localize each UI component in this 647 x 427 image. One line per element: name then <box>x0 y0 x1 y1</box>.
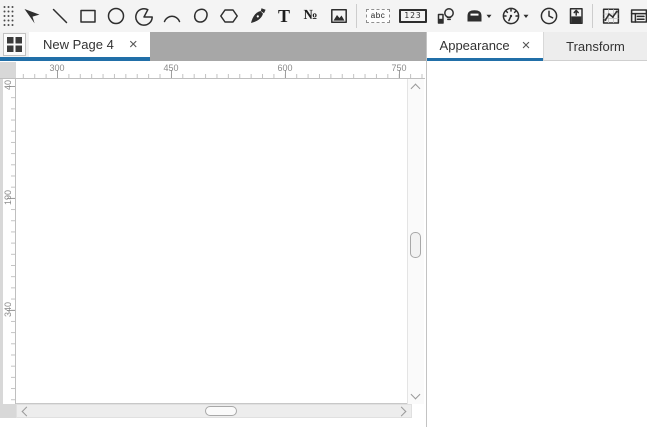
drawer-widget-button[interactable] <box>464 3 494 29</box>
dropdown-caret-icon <box>524 15 529 18</box>
gauge-widget-button[interactable] <box>501 3 531 29</box>
ellipse-icon <box>106 6 126 26</box>
pie-tool-button[interactable] <box>133 3 154 29</box>
ruler-label: 340 <box>3 302 13 317</box>
pages-grid-icon <box>3 33 26 56</box>
toolbar-divider <box>356 4 357 28</box>
vertical-ruler: 40 190 340 <box>3 79 16 404</box>
blob-tool-button[interactable] <box>190 3 211 29</box>
blob-icon <box>191 6 211 26</box>
level-slider-icon <box>567 6 585 26</box>
image-icon <box>329 6 349 26</box>
form-widget-button[interactable] <box>629 3 647 29</box>
ruler-label: 190 <box>3 190 13 205</box>
clock-widget-button[interactable] <box>538 3 560 29</box>
indicator-light-icon <box>435 6 457 26</box>
level-slider-widget-button[interactable] <box>567 3 585 29</box>
tab-transform-label: Transform <box>566 39 625 54</box>
select-cursor-icon <box>22 6 42 26</box>
pen-icon <box>248 6 268 26</box>
horizontal-scrollbar[interactable] <box>16 404 412 418</box>
indicator-light-widget-button[interactable] <box>434 3 457 29</box>
ruler-label: 450 <box>163 63 178 73</box>
tab-appearance-label: Appearance <box>440 38 510 53</box>
line-tool-button[interactable] <box>49 3 70 29</box>
page-tab-close-icon[interactable]: × <box>129 37 138 52</box>
tab-appearance[interactable]: Appearance × <box>427 32 543 61</box>
form-icon <box>629 6 647 26</box>
pages-overview-button[interactable] <box>0 32 29 61</box>
polygon-tool-button[interactable] <box>218 3 240 29</box>
dropdown-caret-icon <box>487 15 492 18</box>
line-icon <box>50 6 70 26</box>
drag-handle-icon <box>2 3 14 29</box>
rectangle-tool-button[interactable] <box>77 3 98 29</box>
horizontal-ruler: 300 450 600 750 <box>16 62 425 79</box>
number-display-icon: 123 <box>399 9 426 23</box>
arc-tool-button[interactable] <box>161 3 183 29</box>
number-display-widget-button[interactable]: 123 <box>399 3 427 29</box>
tab-strip-filler <box>150 32 426 61</box>
number-tool-icon: № <box>303 9 317 23</box>
vertical-scrollbar-thumb[interactable] <box>410 232 421 258</box>
drawing-canvas[interactable] <box>16 79 407 404</box>
rectangle-icon <box>78 6 98 26</box>
clock-icon <box>539 6 559 26</box>
toolbar-drag-handle[interactable] <box>2 3 14 29</box>
image-tool-button[interactable] <box>328 3 349 29</box>
vertical-scrollbar[interactable] <box>407 79 424 404</box>
scroll-right-arrow-icon[interactable] <box>397 407 407 417</box>
pen-tool-button[interactable] <box>247 3 268 29</box>
text-field-widget-button[interactable]: abc <box>364 3 392 29</box>
arc-icon <box>161 6 183 26</box>
drawer-icon <box>464 6 494 26</box>
horizontal-scrollbar-thumb[interactable] <box>205 406 237 416</box>
chart-icon <box>601 6 621 26</box>
text-tool-button[interactable]: T <box>275 3 293 29</box>
ruler-corner <box>0 62 16 79</box>
text-field-icon: abc <box>366 9 390 23</box>
ellipse-tool-button[interactable] <box>105 3 126 29</box>
scrollbar-corner <box>0 404 16 418</box>
page-tab-strip: New Page 4 × <box>0 32 426 61</box>
ruler-label: 40 <box>3 80 13 90</box>
ruler-label: 600 <box>277 63 292 73</box>
scroll-up-arrow-icon[interactable] <box>411 84 421 94</box>
tab-transform[interactable]: Transform <box>543 32 647 61</box>
right-panel-tab-bar: Appearance × Transform <box>427 32 647 61</box>
right-panel-body <box>427 61 647 427</box>
tab-appearance-close-icon[interactable]: × <box>522 38 531 53</box>
page-tab-label: New Page 4 <box>43 37 114 52</box>
page-tab-new-page-4[interactable]: New Page 4 × <box>29 32 150 61</box>
toolbar-divider <box>592 4 593 28</box>
ruler-label: 300 <box>49 63 64 73</box>
number-tool-button[interactable]: № <box>300 3 321 29</box>
scroll-down-arrow-icon[interactable] <box>411 390 421 400</box>
polygon-icon <box>218 6 240 26</box>
select-tool-button[interactable] <box>21 3 42 29</box>
pie-icon <box>134 6 154 26</box>
text-tool-icon: T <box>278 7 290 25</box>
application-window: T № abc 123 <box>0 0 647 427</box>
scroll-left-arrow-icon[interactable] <box>22 407 32 417</box>
ruler-label: 750 <box>391 63 406 73</box>
chart-widget-button[interactable] <box>600 3 622 29</box>
gauge-icon <box>501 6 531 26</box>
toolbar: T № abc 123 <box>0 0 647 32</box>
